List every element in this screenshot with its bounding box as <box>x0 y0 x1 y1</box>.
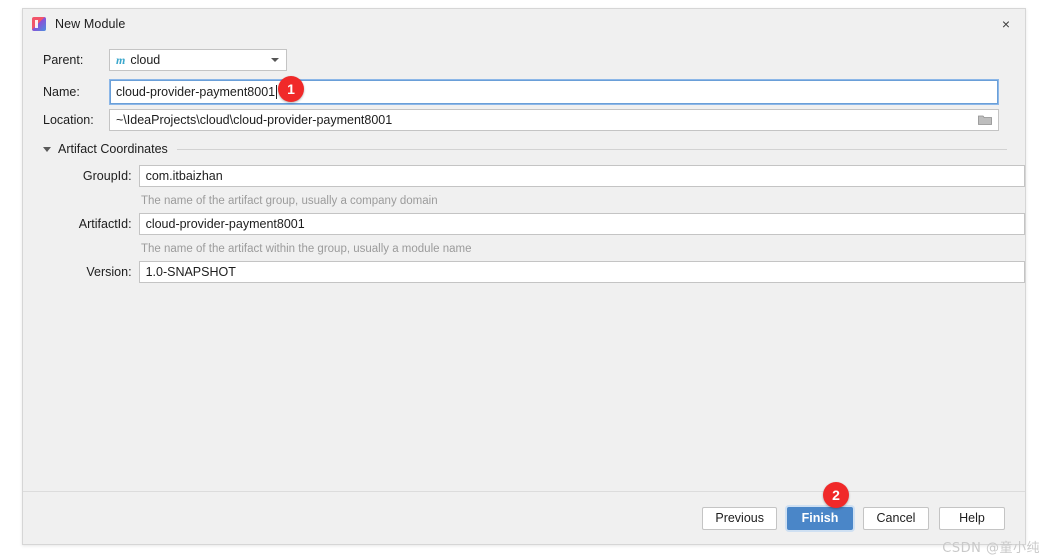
parent-combobox[interactable]: m cloud <box>109 49 287 71</box>
dialog-content: Parent: m cloud Name: cloud-provider-pay… <box>23 39 1025 491</box>
parent-value: cloud <box>130 53 161 67</box>
location-input[interactable]: ~\IdeaProjects\cloud\cloud-provider-paym… <box>109 109 999 131</box>
artifactid-label: ArtifactId: <box>78 217 132 231</box>
parent-label: Parent: <box>43 53 84 67</box>
version-row: Version: 1.0-SNAPSHOT <box>23 261 1025 283</box>
location-row: Location: ~\IdeaProjects\cloud\cloud-pro… <box>23 109 1025 131</box>
groupid-hint: The name of the artifact group, usually … <box>141 195 438 207</box>
artifactid-hint: The name of the artifact within the grou… <box>141 243 472 255</box>
section-divider <box>176 148 1007 150</box>
dialog-title: New Module <box>55 17 126 31</box>
dialog-titlebar: New Module × <box>23 9 1025 39</box>
name-row: Name: cloud-provider-payment8001 <box>23 79 1025 105</box>
annotation-badge-2: 2 <box>823 482 849 508</box>
previous-button[interactable]: Previous <box>702 506 777 530</box>
dialog-button-bar: Previous Finish Cancel Help <box>23 491 1025 544</box>
maven-module-icon: m <box>116 52 126 67</box>
version-input[interactable]: 1.0-SNAPSHOT <box>138 261 1025 283</box>
name-label: Name: <box>43 85 80 99</box>
version-input-value: 1.0-SNAPSHOT <box>145 265 236 279</box>
close-icon[interactable]: × <box>991 11 1021 37</box>
parent-row: Parent: m cloud <box>23 49 1025 71</box>
chevron-down-icon[interactable] <box>43 146 51 152</box>
groupid-row: GroupId: com.itbaizhan <box>23 165 1025 187</box>
browse-folder-icon[interactable] <box>978 115 992 126</box>
cancel-button[interactable]: Cancel <box>863 506 929 530</box>
help-button[interactable]: Help <box>939 506 1005 530</box>
location-label: Location: <box>43 113 94 127</box>
groupid-label: GroupId: <box>82 169 132 183</box>
artifactid-input[interactable]: cloud-provider-payment8001 <box>138 213 1025 235</box>
intellij-idea-icon <box>32 17 46 31</box>
watermark: CSDN @童小纯 <box>942 541 1040 556</box>
groupid-input-value: com.itbaizhan <box>145 169 223 183</box>
new-module-dialog: New Module × Parent: m cloud Name: cloud… <box>22 8 1026 545</box>
artifact-coordinates-label: Artifact Coordinates <box>58 142 168 156</box>
finish-button[interactable]: Finish <box>787 506 853 530</box>
chevron-down-icon[interactable] <box>271 58 279 62</box>
version-label: Version: <box>86 265 132 279</box>
artifactid-input-value: cloud-provider-payment8001 <box>145 217 305 231</box>
groupid-input[interactable]: com.itbaizhan <box>138 165 1025 187</box>
name-input[interactable]: cloud-provider-payment8001 <box>109 79 999 105</box>
annotation-badge-1: 1 <box>278 76 304 102</box>
name-input-value: cloud-provider-payment8001 <box>116 85 276 99</box>
location-input-value: ~\IdeaProjects\cloud\cloud-provider-paym… <box>116 113 393 127</box>
artifact-coordinates-section-header[interactable]: Artifact Coordinates <box>43 141 1007 157</box>
artifactid-row: ArtifactId: cloud-provider-payment8001 <box>23 213 1025 235</box>
